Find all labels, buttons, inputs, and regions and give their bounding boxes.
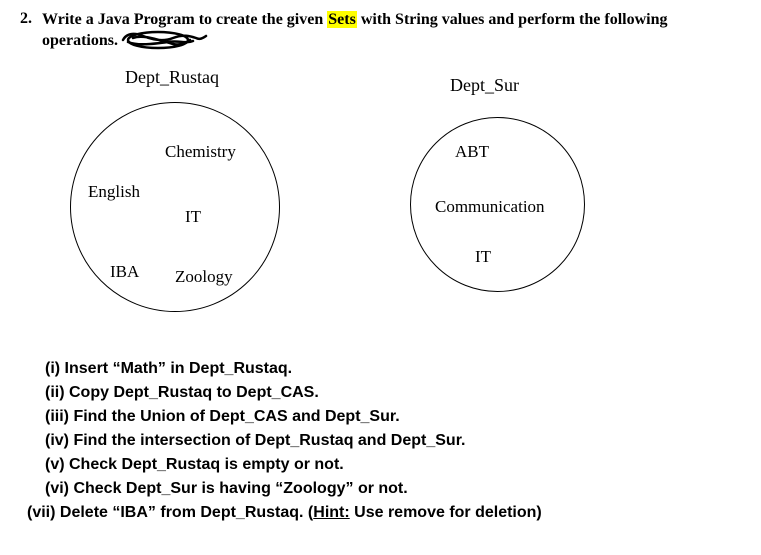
set1-item-it: IT [185, 207, 201, 227]
set1-item-english: English [88, 182, 140, 202]
question-header: 2. Write a Java Program to create the gi… [20, 10, 741, 52]
set1-item-zoology: Zoology [175, 267, 233, 287]
set1-label: Dept_Rustaq [125, 67, 219, 88]
venn-diagram-area: Dept_Rustaq Dept_Sur Chemistry English I… [20, 67, 741, 347]
task-iii: (iii) Find the Union of Dept_CAS and Dep… [45, 405, 741, 429]
task-v: (v) Check Dept_Rustaq is empty or not. [45, 453, 741, 477]
task-vi: (vi) Check Dept_Sur is having “Zoology” … [45, 477, 741, 501]
question-text: Write a Java Program to create the given… [42, 10, 741, 52]
task-vii: (vii) Delete “IBA” from Dept_Rustaq. (Hi… [27, 501, 741, 525]
set2-item-it: IT [475, 247, 491, 267]
task-vii-part2: Use remove for deletion) [350, 504, 542, 521]
question-number: 2. [20, 10, 32, 28]
set2-item-communication: Communication [435, 197, 545, 217]
highlighted-word-sets: Sets [327, 11, 357, 28]
scribble-icon [118, 31, 208, 51]
task-vii-part1: (vii) Delete “IBA” from Dept_Rustaq. ( [27, 504, 313, 521]
task-iv: (iv) Find the intersection of Dept_Rusta… [45, 429, 741, 453]
task-ii: (ii) Copy Dept_Rustaq to Dept_CAS. [45, 381, 741, 405]
set2-item-abt: ABT [455, 142, 489, 162]
set2-label: Dept_Sur [450, 75, 519, 96]
set1-item-chemistry: Chemistry [165, 142, 236, 162]
task-i: (i) Insert “Math” in Dept_Rustaq. [45, 357, 741, 381]
set1-item-iba: IBA [110, 262, 139, 282]
task-list: (i) Insert “Math” in Dept_Rustaq. (ii) C… [45, 357, 741, 525]
task-vii-hint: Hint: [313, 504, 349, 521]
